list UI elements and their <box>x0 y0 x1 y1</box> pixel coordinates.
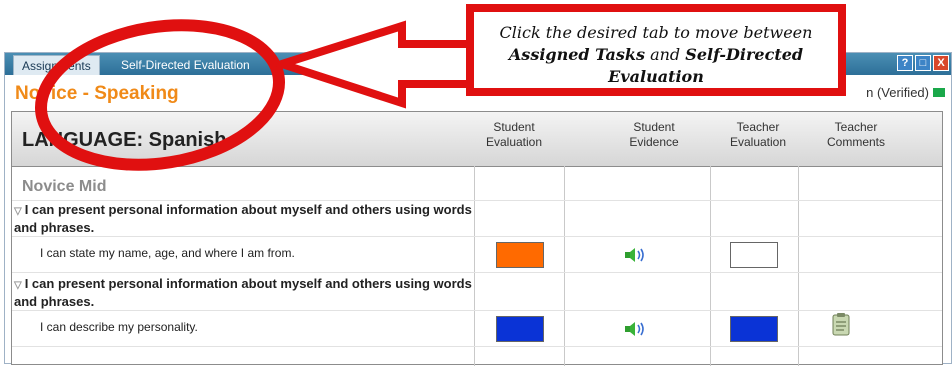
annotation-bold-assigned: Assigned Tasks <box>508 45 645 64</box>
annotation-callout: Click the desired tab to move between As… <box>466 4 846 96</box>
annotation-text-mid: and <box>645 45 686 64</box>
annotation-text-prefix: Click the desired tab to move between <box>499 23 813 42</box>
